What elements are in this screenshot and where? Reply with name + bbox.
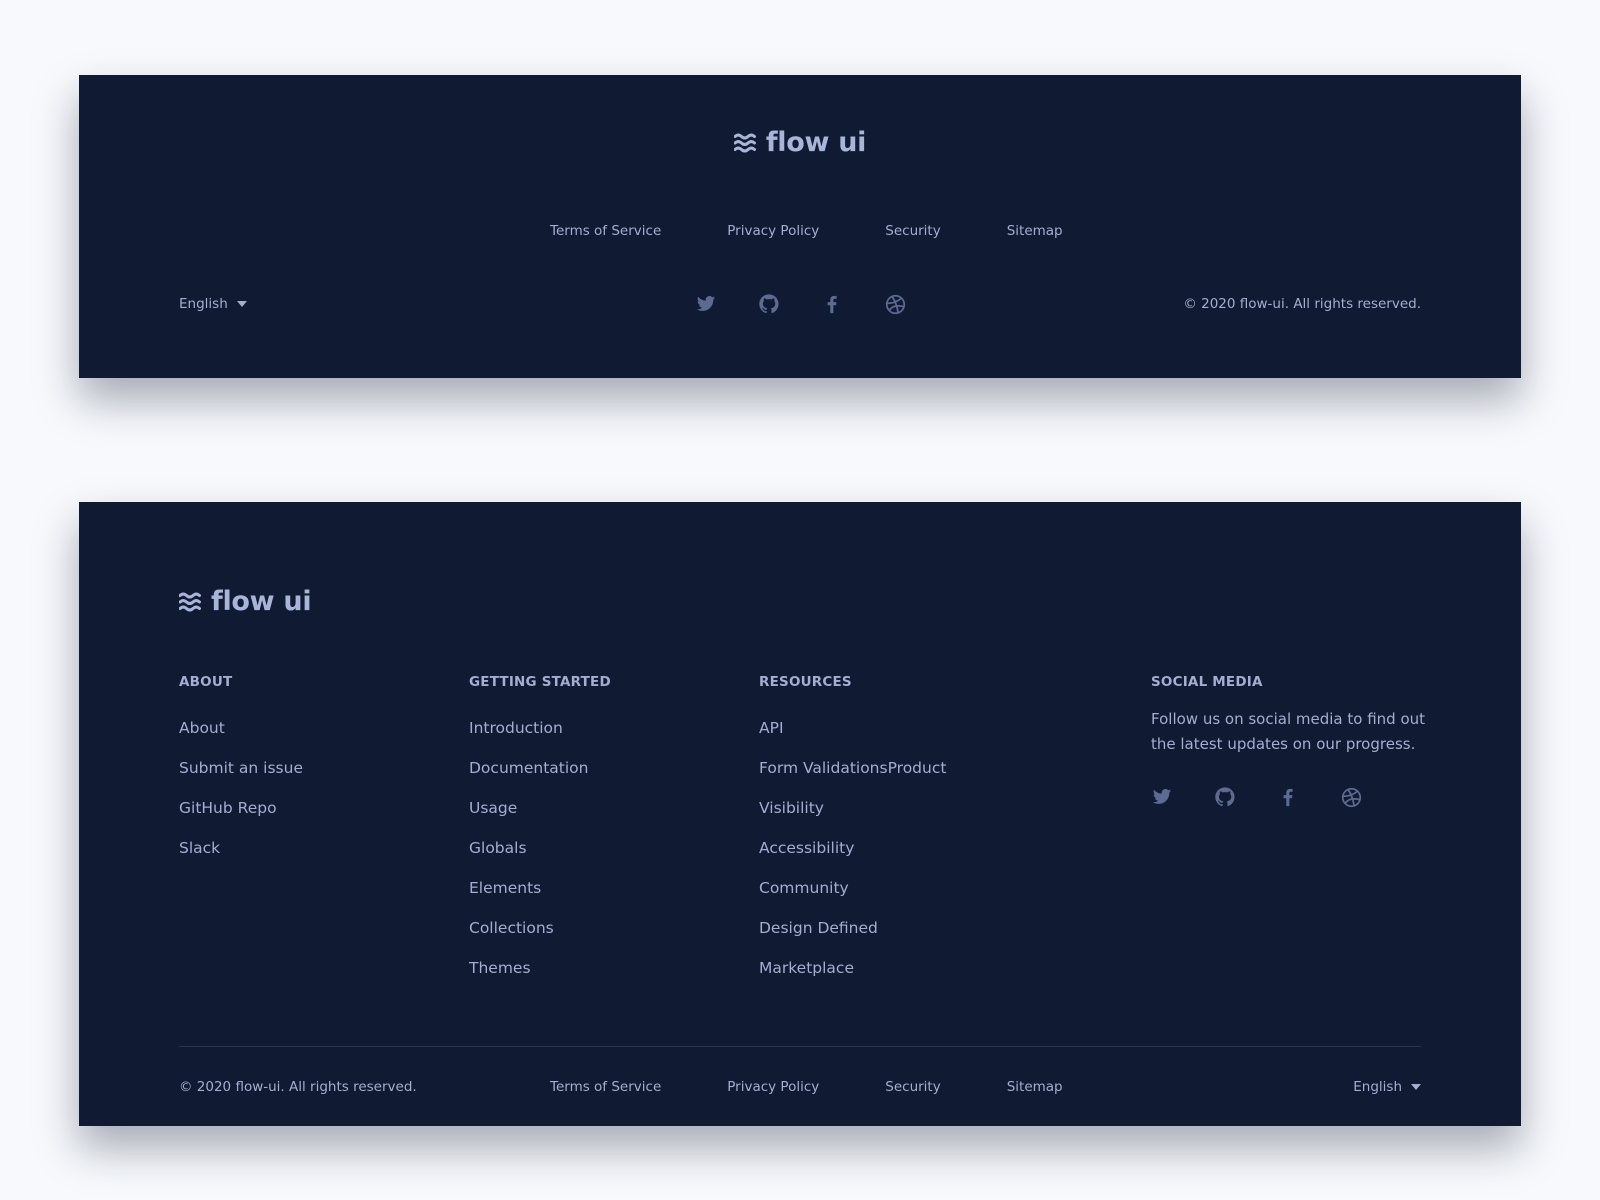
footer-link-item: About	[179, 717, 303, 757]
design-defined-link[interactable]: Design Defined	[759, 919, 878, 937]
brand-logo[interactable]: flow ui	[179, 586, 312, 617]
accessibility-link[interactable]: Accessibility	[759, 839, 854, 857]
footer-link-item: Marketplace	[759, 957, 946, 997]
footer-link-item: Introduction	[469, 717, 611, 757]
globals-link[interactable]: Globals	[469, 839, 527, 857]
social-links	[695, 293, 906, 315]
footer-link-item: Documentation	[469, 757, 611, 797]
collections-link[interactable]: Collections	[469, 919, 554, 937]
language-value: English	[1353, 1079, 1402, 1095]
github-repo-link[interactable]: GitHub Repo	[179, 799, 277, 817]
footer-link-item: Collections	[469, 917, 611, 957]
getting-started-column: GETTING STARTED Introduction Documentati…	[469, 674, 611, 997]
waves-icon	[179, 590, 203, 614]
privacy-policy-link[interactable]: Privacy Policy	[727, 223, 819, 239]
footer-divider	[179, 1046, 1421, 1047]
legal-links: Terms of Service Privacy Policy Security…	[550, 1079, 1063, 1095]
github-icon[interactable]	[1214, 786, 1236, 808]
language-value: English	[179, 296, 228, 312]
dribbble-icon[interactable]	[1340, 786, 1362, 808]
footer-link-item: Accessibility	[759, 837, 946, 877]
usage-link[interactable]: Usage	[469, 799, 517, 817]
footer-link-item: Globals	[469, 837, 611, 877]
footer-link-item: Usage	[469, 797, 611, 837]
footer-link-item: Elements	[469, 877, 611, 917]
twitter-icon[interactable]	[695, 293, 717, 315]
security-link[interactable]: Security	[885, 1079, 940, 1095]
chevron-down-icon	[236, 301, 247, 307]
facebook-icon[interactable]	[1277, 786, 1299, 808]
footer-link-item: GitHub Repo	[179, 797, 303, 837]
brand-name: flow ui	[211, 586, 312, 617]
legal-links: Terms of Service Privacy Policy Security…	[550, 223, 1063, 239]
footer-link-item: Community	[759, 877, 946, 917]
github-icon[interactable]	[758, 293, 780, 315]
footer-link-item: Visibility	[759, 797, 946, 837]
column-heading: GETTING STARTED	[469, 674, 611, 690]
sitemap-link[interactable]: Sitemap	[1007, 1079, 1063, 1095]
column-heading: RESOURCES	[759, 674, 852, 690]
terms-of-service-link[interactable]: Terms of Service	[550, 223, 661, 239]
marketplace-link[interactable]: Marketplace	[759, 959, 854, 977]
themes-link[interactable]: Themes	[469, 959, 531, 977]
social-description: Follow us on social media to find out th…	[1151, 710, 1426, 753]
copyright-text: © 2020 flow-ui. All rights reserved.	[1183, 296, 1421, 312]
footer-link-item: Form ValidationsProduct	[759, 757, 946, 797]
language-select[interactable]: English	[1353, 1079, 1421, 1095]
slack-link[interactable]: Slack	[179, 839, 220, 857]
footer-link-item: Submit an issue	[179, 757, 303, 797]
footer-link-item: Design Defined	[759, 917, 946, 957]
documentation-link[interactable]: Documentation	[469, 759, 589, 777]
elements-link[interactable]: Elements	[469, 879, 541, 897]
submit-issue-link[interactable]: Submit an issue	[179, 759, 303, 777]
facebook-icon[interactable]	[821, 293, 843, 315]
about-link[interactable]: About	[179, 719, 225, 737]
social-media-column: SOCIAL MEDIA Follow us on social media t…	[1151, 674, 1431, 808]
language-select[interactable]: English	[179, 296, 247, 312]
waves-icon	[734, 131, 758, 155]
twitter-icon[interactable]	[1151, 786, 1173, 808]
copyright-text: © 2020 flow-ui. All rights reserved.	[179, 1079, 417, 1095]
social-links	[1151, 786, 1431, 808]
security-link[interactable]: Security	[885, 223, 940, 239]
full-footer: flow ui ABOUT About Submit an issue GitH…	[79, 502, 1521, 1126]
resources-column: RESOURCES API Form ValidationsProduct Vi…	[759, 674, 946, 997]
sitemap-link[interactable]: Sitemap	[1007, 223, 1063, 239]
api-link[interactable]: API	[759, 719, 784, 737]
visibility-link[interactable]: Visibility	[759, 799, 824, 817]
chevron-down-icon	[1411, 1084, 1421, 1090]
column-heading: ABOUT	[179, 674, 233, 690]
simple-footer: flow ui Terms of Service Privacy Policy …	[79, 75, 1521, 378]
terms-of-service-link[interactable]: Terms of Service	[550, 1079, 661, 1095]
column-heading: SOCIAL MEDIA	[1151, 674, 1263, 690]
privacy-policy-link[interactable]: Privacy Policy	[727, 1079, 819, 1095]
footer-link-item: Themes	[469, 957, 611, 997]
dribbble-icon[interactable]	[884, 293, 906, 315]
community-link[interactable]: Community	[759, 879, 849, 897]
about-column: ABOUT About Submit an issue GitHub Repo …	[179, 674, 303, 877]
introduction-link[interactable]: Introduction	[469, 719, 563, 737]
footer-link-item: Slack	[179, 837, 303, 877]
brand-logo[interactable]: flow ui	[79, 127, 1521, 158]
form-validations-link[interactable]: Form ValidationsProduct	[759, 759, 946, 777]
footer-link-item: API	[759, 717, 946, 757]
brand-name: flow ui	[765, 127, 867, 158]
